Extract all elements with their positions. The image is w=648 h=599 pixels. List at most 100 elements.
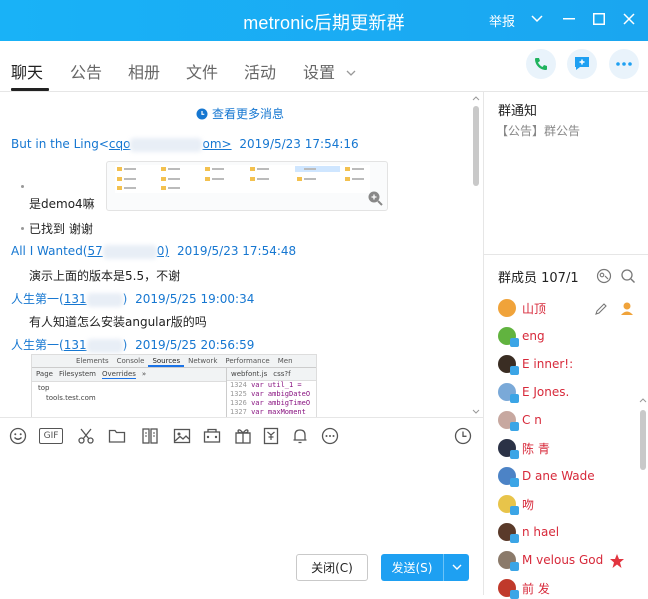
message-input[interactable]: 关闭(C) 发送(S) (0, 453, 483, 595)
edit-icon[interactable] (594, 302, 608, 316)
history-icon[interactable] (454, 427, 472, 445)
close-button[interactable]: 关闭(C) (296, 554, 368, 581)
devtools-file-tab: css?f (273, 370, 291, 378)
member-settings-icon[interactable] (596, 268, 612, 284)
avatar (498, 467, 519, 487)
member-list-item[interactable]: 前 发 (498, 577, 550, 599)
devtools-image-attachment[interactable]: Elements Console Sources Network Perform… (31, 354, 317, 417)
mobile-status-badge-icon (510, 534, 519, 543)
member-list-item[interactable]: 吻 (498, 493, 534, 515)
folder-icon[interactable] (108, 427, 126, 445)
tab-files[interactable]: 文件 (186, 59, 218, 83)
document-icon[interactable] (141, 427, 159, 445)
message-text: 演示上面的版本是5.5，不谢 (29, 269, 181, 283)
member-name: 山顶 (522, 301, 547, 316)
image-attachment[interactable] (106, 161, 388, 211)
sender-id-end: ) (122, 338, 128, 352)
mobile-status-badge-icon (510, 562, 519, 571)
avatar (498, 411, 519, 431)
member-list-item[interactable]: M velous God (498, 549, 603, 571)
devtools-subtabs: Page Filesystem Overrides » (32, 368, 226, 382)
devtools-code-line: 1327 var maxMoment (230, 408, 306, 416)
tab-announcement[interactable]: 公告 (70, 59, 102, 83)
member-name: 前 发 (522, 581, 550, 596)
mobile-status-badge-icon (510, 394, 519, 403)
chevron-down-icon (346, 70, 356, 76)
member-list-item[interactable]: C n (498, 409, 542, 431)
member-name: n hael (522, 525, 560, 539)
members-scrollbar[interactable] (639, 92, 647, 595)
devtools-tab-active: Sources (148, 355, 185, 367)
member-list-item[interactable]: E inner!: (498, 353, 573, 375)
screen-share-icon[interactable] (203, 427, 221, 445)
tab-settings[interactable]: 设置 (303, 59, 356, 83)
sender-id-start: cqo (108, 137, 131, 151)
message-time: 2019/5/23 17:54:16 (239, 137, 359, 151)
member-list-item[interactable]: E Jones. (498, 381, 569, 403)
members-title: 群成员 107/1 (498, 271, 579, 286)
gif-icon[interactable]: GIF (39, 428, 63, 444)
zoom-icon[interactable] (367, 190, 383, 206)
vip-badge-icon (610, 554, 624, 568)
member-list-item[interactable]: 山顶 (498, 297, 546, 319)
tab-album[interactable]: 相册 (128, 59, 160, 83)
sender-id-end: 0) (156, 244, 170, 258)
devtools-tab: Men (277, 357, 293, 365)
member-list-item[interactable]: 陈 青 (498, 437, 550, 459)
report-link[interactable]: 举报 (489, 11, 515, 30)
phone-call-button[interactable] (526, 49, 556, 79)
tab-activity[interactable]: 活动 (244, 59, 276, 83)
chevron-down-icon (452, 564, 461, 570)
member-name: E Jones. (522, 385, 570, 399)
close-icon[interactable] (618, 8, 640, 30)
search-icon[interactable] (620, 268, 636, 284)
more-icon (616, 62, 632, 66)
devtools-subtab: Page (36, 370, 53, 378)
send-options-dropdown[interactable] (444, 564, 469, 571)
avatar (498, 523, 519, 543)
group-notice-body[interactable]: 【公告】群公告 (496, 122, 580, 139)
window-title: metronic后期更新群 (243, 13, 405, 33)
devtools-tab: Performance (225, 357, 270, 365)
message-header[interactable]: But in the Ling<cqo om> 2019/5/23 17:54:1… (11, 137, 359, 152)
member-list-item[interactable]: n hael (498, 521, 559, 543)
sender-name: But in the Ling< (11, 137, 109, 151)
screenshot-thumbnail (115, 165, 370, 193)
message-text: 有人知道怎么安装angular版的吗 (29, 315, 207, 329)
message-header[interactable]: 人生第一(131) 2019/5/25 20:56:59 (11, 336, 254, 353)
scissors-icon[interactable] (77, 427, 95, 445)
message-time: 2019/5/25 19:00:34 (135, 292, 255, 306)
red-packet-icon[interactable] (262, 427, 280, 445)
redacted-id (86, 338, 123, 353)
view-more-messages-link[interactable]: 查看更多消息 (196, 105, 284, 122)
emoji-icon[interactable] (9, 427, 27, 445)
message-header[interactable]: All I Wanted(57 0) 2019/5/23 17:54:48 (11, 244, 296, 259)
chevron-down-icon[interactable] (526, 8, 548, 30)
sender-name: 人生第一( (11, 292, 64, 306)
chat-history[interactable]: 查看更多消息 But in the Ling<cqo om> 2019/5/23 … (0, 92, 483, 417)
chat-scrollbar[interactable] (471, 94, 481, 416)
title-bar: metronic后期更新群 举报 (0, 0, 648, 41)
member-list-item[interactable]: D ane Wade (498, 465, 595, 487)
devtools-navigator: Page Filesystem Overrides » top tools.te… (32, 368, 227, 417)
maximize-icon[interactable] (588, 8, 610, 30)
tab-chat[interactable]: 聊天 (11, 59, 43, 83)
bullet (21, 185, 24, 188)
send-button[interactable]: 发送(S) (381, 554, 469, 581)
member-list-item[interactable]: eng (498, 325, 545, 347)
more-options-button[interactable] (609, 49, 639, 79)
message-header[interactable]: 人生第一(131) 2019/5/25 19:00:34 (11, 290, 254, 307)
divider (484, 254, 648, 255)
bell-icon[interactable] (291, 427, 309, 445)
more-icon[interactable] (321, 427, 339, 445)
image-icon[interactable] (173, 427, 191, 445)
chat-add-icon (575, 57, 589, 70)
redacted-id (130, 137, 203, 152)
minimize-icon[interactable] (558, 8, 580, 30)
gift-icon[interactable] (234, 427, 252, 445)
view-more-label: 查看更多消息 (212, 107, 285, 121)
devtools-code-line: 1325 var ambigDateO (230, 390, 311, 398)
new-chat-button[interactable] (567, 49, 597, 79)
clock-icon (196, 108, 208, 119)
devtools-subtab: » (141, 370, 147, 378)
